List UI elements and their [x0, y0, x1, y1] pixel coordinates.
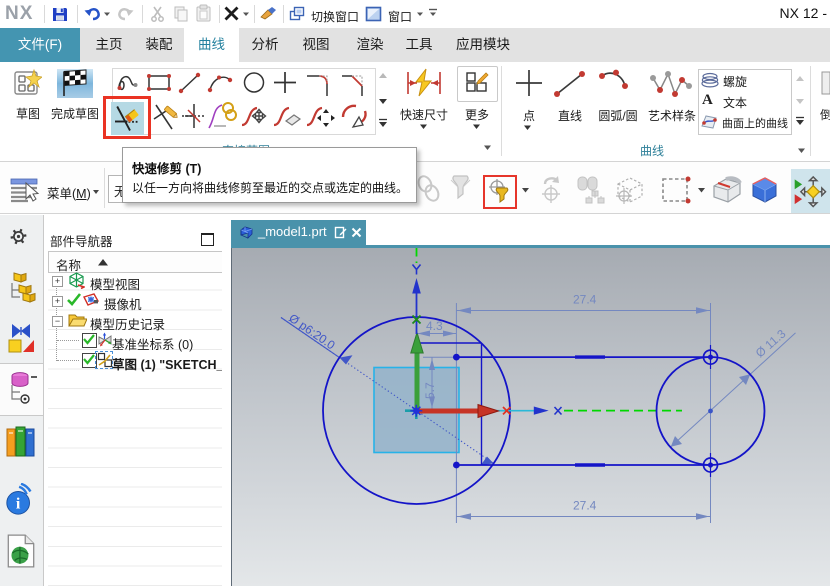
svg-text:27.4: 27.4 — [573, 293, 597, 307]
svg-text:27.4: 27.4 — [573, 499, 597, 513]
svg-text:4.3: 4.3 — [426, 319, 443, 333]
svg-text:i: i — [16, 496, 21, 513]
svg-text:5.7: 5.7 — [423, 382, 437, 399]
svg-text:Ø p6:20.0: Ø p6:20.0 — [286, 311, 338, 353]
